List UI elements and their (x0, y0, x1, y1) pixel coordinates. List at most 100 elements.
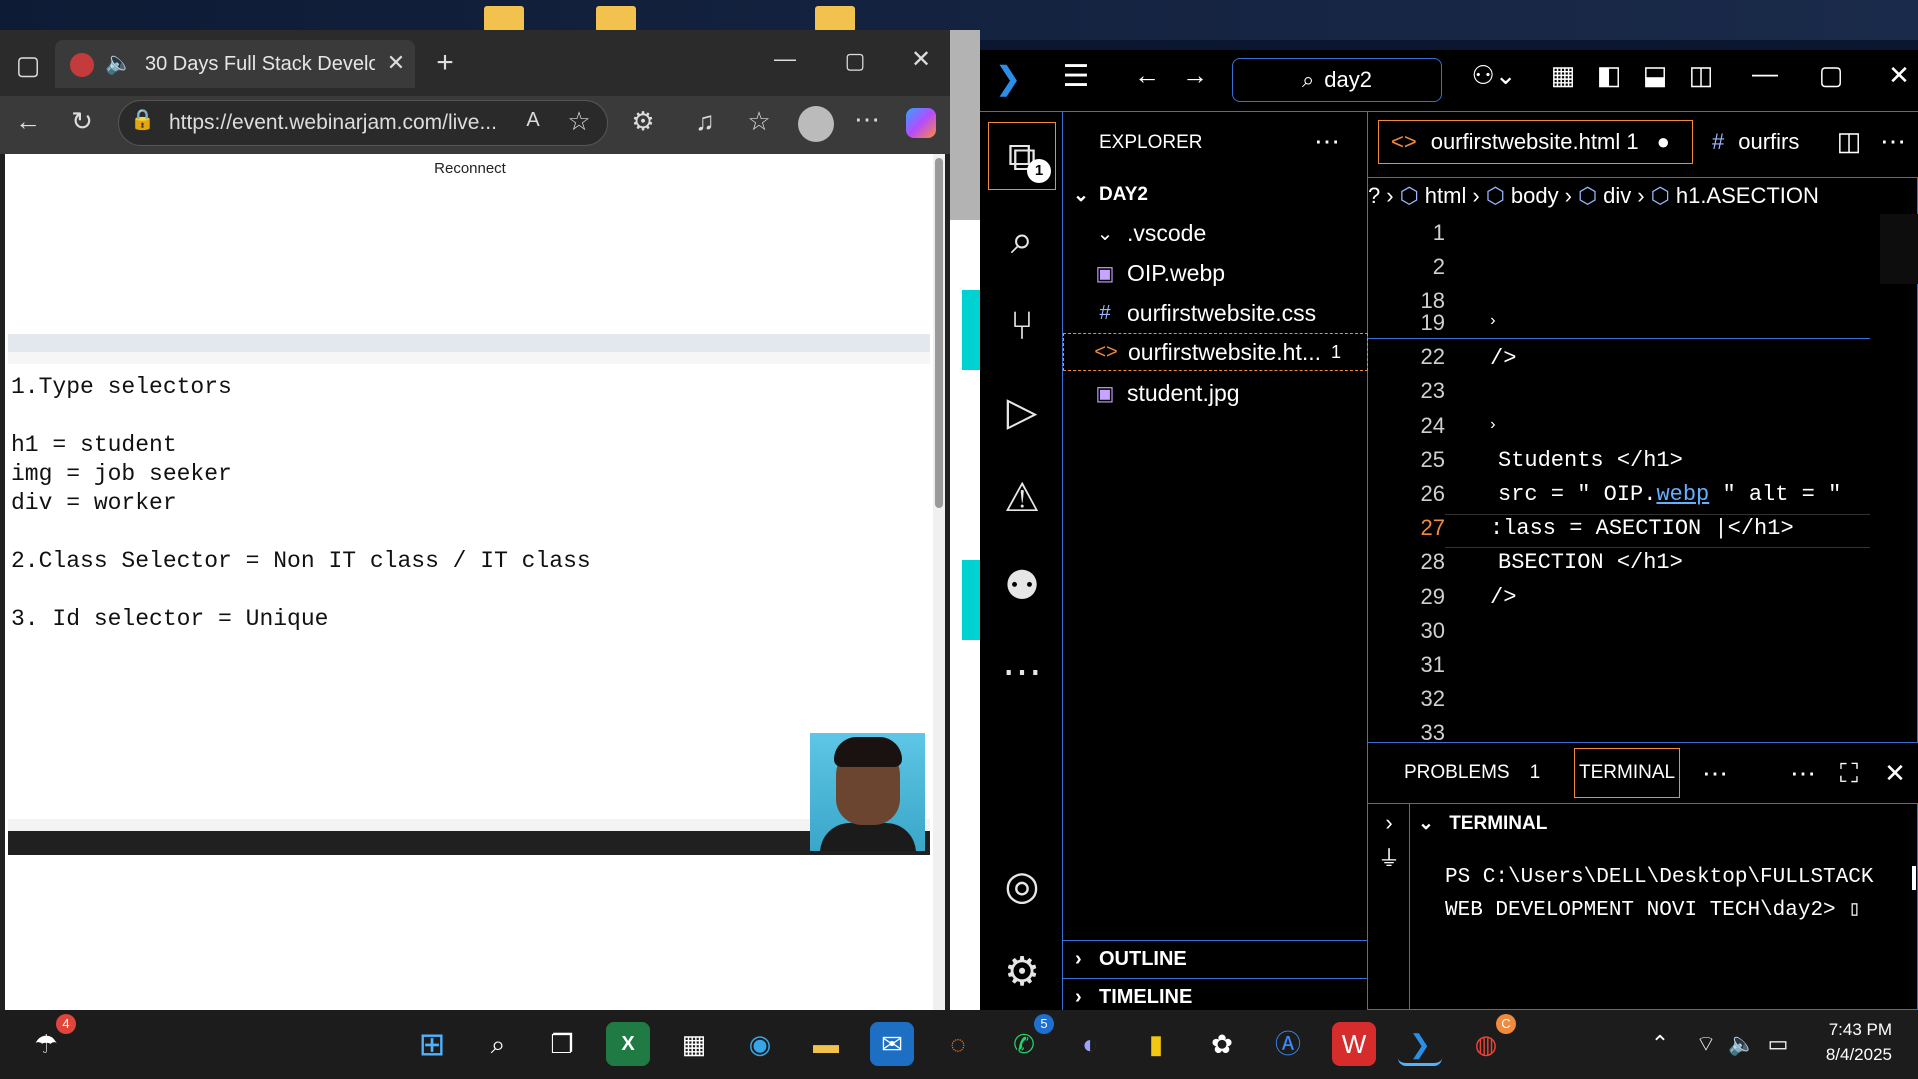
copilot-icon[interactable] (906, 108, 936, 138)
accounts-icon[interactable]: ◎ (988, 852, 1056, 920)
close-window-icon[interactable]: ✕ (908, 48, 934, 72)
vscode-taskbar-icon[interactable]: ❯ (1398, 1022, 1442, 1066)
run-debug-icon[interactable]: ▷ (988, 378, 1056, 446)
more-views-icon[interactable]: ⋯ (988, 638, 1056, 706)
file-explorer-icon[interactable]: ▬ (804, 1022, 848, 1066)
new-tab-icon[interactable]: + (430, 48, 460, 78)
code-line-current[interactable]: :lass = ASECTION |</h1> (1490, 516, 1794, 541)
editor-tab-css[interactable]: # ourfirs (1712, 120, 1822, 164)
extensions-warning-icon[interactable]: ⚠ (988, 464, 1056, 532)
tab-terminal[interactable]: TERMINAL (1574, 748, 1681, 798)
power-bi-icon[interactable]: ▮ (1134, 1022, 1178, 1066)
tab-actions-icon[interactable]: ▢ (14, 52, 42, 78)
terminal-section-header[interactable]: ⌄ TERMINAL (1418, 812, 1547, 835)
clock-date[interactable]: 8/4/2025 (1800, 1045, 1892, 1065)
folder-day2[interactable]: ⌄ DAY2 (1063, 176, 1368, 214)
breadcrumb-item[interactable]: div (1603, 183, 1631, 209)
unsaved-dot-icon[interactable]: ● (1657, 129, 1670, 155)
explorer-more-icon[interactable]: ⋯ (1312, 128, 1342, 154)
media-icon[interactable]: ♫ (690, 108, 720, 134)
start-windows-icon[interactable]: ⊞ (410, 1022, 454, 1066)
code-line[interactable]: Students </h1> (1498, 448, 1683, 473)
more-menu-icon[interactable]: ⋯ (852, 106, 882, 132)
chrome-icon[interactable]: ◍ C (1464, 1014, 1516, 1066)
clock-time[interactable]: 7:43 PM (1800, 1020, 1892, 1040)
search-icon[interactable]: ⌕ (988, 206, 1056, 274)
panel-more-icon[interactable]: ⋯ (1788, 760, 1818, 786)
desktop-folder-icon[interactable] (596, 6, 636, 32)
chatgpt-icon[interactable]: ✿ (1200, 1022, 1244, 1066)
vscode-maximize-icon[interactable]: ▢ (1816, 62, 1846, 88)
copilot-menu-icon[interactable]: ⚇⌄ (1466, 62, 1522, 88)
wps-office-icon[interactable]: W (1332, 1022, 1376, 1066)
code-line[interactable]: BSECTION </h1> (1498, 550, 1683, 575)
read-aloud-icon[interactable]: A (518, 110, 548, 130)
lock-icon[interactable]: 🔒 (130, 110, 155, 130)
outline-section[interactable]: › OUTLINE (1063, 940, 1368, 978)
app-store-icon[interactable]: Ⓐ (1266, 1022, 1310, 1066)
tree-item-css[interactable]: # ourfirstwebsite.css (1063, 294, 1368, 332)
browser-scrollbar[interactable] (933, 154, 945, 1010)
explorer-files-icon[interactable]: ⧉ 1 (988, 122, 1056, 190)
close-tab-icon[interactable]: ✕ (384, 52, 408, 74)
code-link-token[interactable]: webp (1656, 482, 1709, 507)
python-icon[interactable]: ⚉ (988, 552, 1056, 620)
source-control-icon[interactable]: ⑂ (988, 292, 1056, 360)
close-panel-icon[interactable]: ✕ (1880, 760, 1910, 786)
ms-store-icon[interactable]: ▦ (672, 1022, 716, 1066)
breadcrumb-item[interactable]: body (1511, 183, 1559, 209)
code-line[interactable]: › (1488, 312, 1498, 330)
code-line[interactable]: src = " OIP.webp " alt = " (1498, 482, 1841, 507)
split-editor-icon[interactable]: ◫ (1834, 128, 1864, 154)
command-center-search[interactable]: ⌕ day2 (1232, 58, 1442, 102)
chevron-up-icon[interactable]: ⌃ (1638, 1022, 1682, 1066)
battery-icon[interactable]: ▭ (1756, 1022, 1800, 1066)
vscode-minimize-icon[interactable]: — (1750, 60, 1780, 86)
editor-more-icon[interactable]: ⋯ (1878, 128, 1908, 154)
toggle-secondary-sidebar-icon[interactable]: ◫ (1686, 62, 1716, 88)
terminal-prompt-line[interactable]: WEB DEVELOPMENT NOVI TECH\day2> ▯ (1445, 896, 1861, 922)
extensions-icon[interactable]: ⚙ (628, 108, 658, 134)
reconnect-button[interactable]: Reconnect (415, 156, 525, 182)
desktop-folder-icon[interactable] (815, 6, 855, 32)
editor-tab-active[interactable]: <> ourfirstwebsite.html 1 ● (1378, 120, 1693, 164)
hamburger-menu-icon[interactable]: ☰ (1058, 62, 1094, 92)
toggle-panel-icon[interactable]: ⬓ (1640, 62, 1670, 88)
weather-widget-icon[interactable]: ☂ 4 (24, 1014, 76, 1066)
task-view-icon[interactable]: ❐ (540, 1022, 584, 1066)
refresh-icon[interactable]: ↻ (66, 108, 98, 134)
maximize-icon[interactable]: ▢ (842, 50, 868, 72)
toggle-sidebar-icon[interactable]: ◧ (1594, 62, 1624, 88)
profile-avatar[interactable] (798, 106, 834, 142)
favorite-star-icon[interactable]: ☆ (564, 108, 594, 134)
settings-gear-icon[interactable]: ⚙ (988, 938, 1056, 1006)
whatsapp-icon[interactable]: ✆ 5 (1002, 1014, 1054, 1066)
code-line[interactable]: › (1488, 416, 1498, 434)
tree-item-student-jpg[interactable]: ▣ student.jpg (1063, 374, 1368, 412)
breadcrumb-item[interactable]: h1.ASECTION (1676, 183, 1819, 209)
breadcrumb-item[interactable]: ? (1368, 183, 1380, 209)
panel-overflow-icon[interactable]: ⋯ (1700, 760, 1730, 786)
code-line[interactable]: /> (1490, 585, 1516, 610)
tree-item-html[interactable]: <> ourfirstwebsite.ht... 1 (1063, 333, 1368, 371)
code-line[interactable]: /> (1490, 346, 1516, 371)
breadcrumb-item[interactable]: html (1425, 183, 1467, 209)
speaker-icon[interactable]: 🔈 (104, 52, 134, 74)
eclipse-icon[interactable]: ◐ (1068, 1022, 1112, 1066)
tab-problems[interactable]: PROBLEMS 1 (1404, 748, 1540, 798)
tree-item-vscode[interactable]: ⌄ .vscode (1063, 214, 1368, 252)
desktop-folder-icon[interactable] (484, 6, 524, 32)
vscode-close-icon[interactable]: ✕ (1884, 62, 1914, 88)
search-icon[interactable]: ⌕ (476, 1022, 520, 1066)
edge-icon[interactable]: ◉ (738, 1022, 782, 1066)
terminal-prompt-line[interactable]: PS C:\Users\DELL\Desktop\FULLSTACK (1445, 866, 1873, 889)
minimize-icon[interactable]: — (772, 48, 798, 70)
tree-item-oip-webp[interactable]: ▣ OIP.webp (1063, 254, 1368, 292)
minimap[interactable] (1880, 214, 1918, 284)
nav-forward-icon[interactable]: → (1178, 62, 1212, 88)
nav-back-icon[interactable]: ← (1130, 62, 1164, 88)
customize-layout-icon[interactable]: ▦ (1548, 62, 1578, 88)
excel-icon[interactable]: X (606, 1022, 650, 1066)
plug-icon[interactable]: ⏚ (1376, 848, 1402, 870)
outlook-icon[interactable]: ✉ (870, 1022, 914, 1066)
